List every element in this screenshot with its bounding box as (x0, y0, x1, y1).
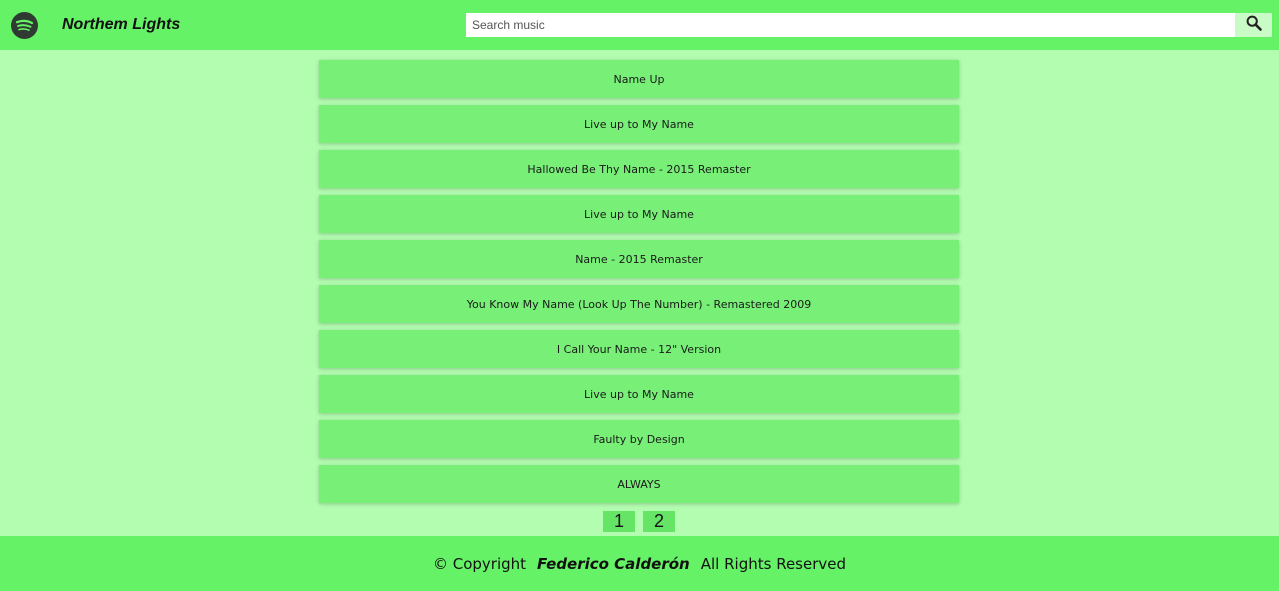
page-button-1[interactable]: 1 (603, 511, 635, 532)
copyright-text: © Copyright (432, 554, 527, 573)
author-name: Federico Calderón (537, 554, 690, 573)
page-button-2[interactable]: 2 (643, 511, 675, 532)
track-item[interactable]: Name - 2015 Remaster (319, 240, 959, 278)
track-item[interactable]: Faulty by Design (319, 420, 959, 458)
track-item[interactable]: You Know My Name (Look Up The Number) - … (319, 285, 959, 323)
track-item[interactable]: Live up to My Name (319, 375, 959, 413)
app-header: Northem Lights (0, 0, 1279, 50)
search-input[interactable] (466, 13, 1235, 37)
app-title: Northem Lights (62, 16, 181, 33)
spotify-logo-icon[interactable] (11, 12, 38, 39)
track-list: Name Up Live up to My Name Hallowed Be T… (319, 60, 959, 510)
search-button[interactable] (1235, 13, 1272, 37)
track-item[interactable]: Live up to My Name (319, 105, 959, 143)
pagination: 1 2 (603, 511, 675, 532)
track-item[interactable]: Live up to My Name (319, 195, 959, 233)
rights-text: All Rights Reserved (700, 554, 847, 573)
search-icon (1246, 15, 1262, 36)
track-item[interactable]: Hallowed Be Thy Name - 2015 Remaster (319, 150, 959, 188)
footer: © Copyright Federico Calderón All Rights… (0, 536, 1279, 591)
track-item[interactable]: I Call Your Name - 12" Version (319, 330, 959, 368)
track-item[interactable]: ALWAYS (319, 465, 959, 503)
track-item[interactable]: Name Up (319, 60, 959, 98)
